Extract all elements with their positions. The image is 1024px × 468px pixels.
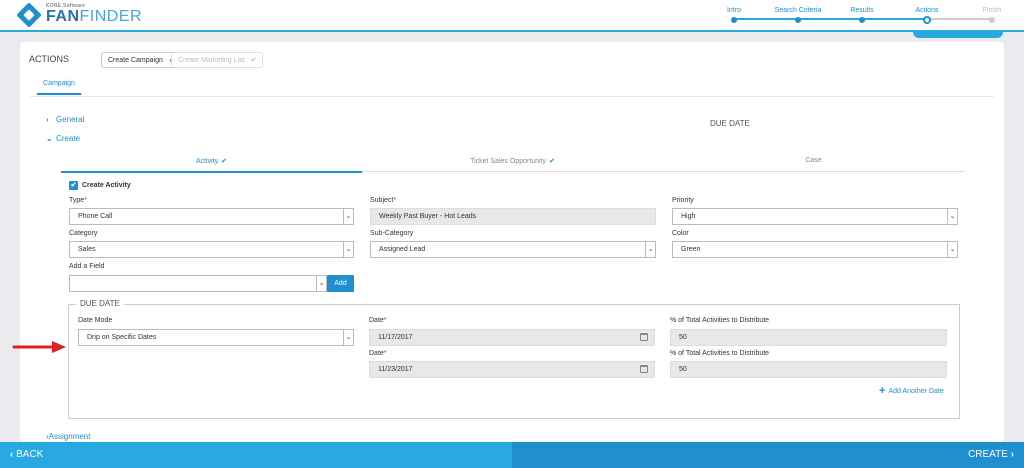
date-input-2[interactable]: 11/23/2017: [369, 361, 655, 378]
date-mode-label: Date Mode: [78, 317, 113, 324]
type-select[interactable]: Phone Call ⌄: [69, 208, 354, 225]
date-input-1[interactable]: 11/17/2017: [369, 329, 655, 346]
chevron-down-icon: ⌄: [645, 242, 655, 257]
date-label-2: Date*: [369, 350, 387, 357]
pct-label-1: % of Total Activities to Distribute: [670, 317, 770, 324]
subject-label: Subject*: [370, 197, 397, 204]
create-button[interactable]: CREATE ›: [512, 442, 1024, 468]
chevron-down-icon: ⌄: [46, 134, 53, 143]
create-subtabs: Activity ✔ Ticket Sales Opportunity ✔ Case: [61, 152, 965, 173]
calendar-icon: [640, 365, 648, 373]
step-dot-icon: [731, 17, 737, 23]
check-icon: ✔: [221, 158, 228, 165]
category-label: Category: [69, 230, 98, 237]
chevron-right-icon: ›: [46, 115, 49, 124]
main-card: ACTIONS Create Campaign✔ Create Marketin…: [20, 42, 1004, 442]
tab-activity[interactable]: Activity ✔: [61, 157, 362, 165]
create-activity-checkbox[interactable]: ✔ Create Activity: [69, 181, 131, 190]
pct-input-1[interactable]: 50: [670, 329, 947, 346]
color-select[interactable]: Green ⌄: [672, 241, 958, 258]
step-search-criteria[interactable]: Search Criteria: [768, 7, 828, 23]
app-header: KORE Software FANFINDER Intro Search Cri…: [0, 0, 1024, 32]
step-dot-icon: [795, 17, 801, 23]
plus-icon: +: [879, 385, 886, 397]
back-button[interactable]: ‹ BACK: [0, 442, 512, 468]
logo-mark-icon: [16, 1, 42, 28]
chevron-down-icon: ⌄: [343, 209, 353, 224]
tab-campaign[interactable]: Campaign: [37, 80, 81, 95]
add-field-button[interactable]: Add: [327, 275, 354, 292]
logo: KORE Software FANFINDER: [16, 1, 143, 28]
chevron-down-icon: ⌄: [343, 242, 353, 257]
add-field-label: Add a Field: [69, 263, 105, 270]
checkbox-checked-icon: ✔: [69, 181, 78, 190]
create-marketing-list-button[interactable]: Create Marketing List ✔: [171, 52, 264, 68]
priority-select[interactable]: High ⌄: [672, 208, 958, 225]
header-tab-decoration: [913, 32, 1003, 38]
step-intro[interactable]: Intro: [704, 7, 764, 23]
chevron-down-icon: ⌄: [343, 330, 353, 345]
footer-bar: ‹ BACK CREATE ›: [0, 442, 1024, 468]
chevron-down-icon: ⌄: [947, 242, 957, 257]
tab-ticket-sales-opportunity[interactable]: Ticket Sales Opportunity ✔: [362, 157, 663, 165]
add-field-select[interactable]: ⌄: [69, 275, 327, 292]
section-create[interactable]: ⌄ Create: [46, 134, 80, 143]
date-label-1: Date*: [369, 317, 387, 324]
step-actions[interactable]: Actions: [897, 7, 957, 24]
section-assignment[interactable]: ›Assignment: [46, 432, 90, 441]
check-icon: ✔: [250, 57, 257, 64]
type-label: Type*: [69, 197, 87, 204]
step-finish: Finish: [962, 7, 1022, 23]
section-general[interactable]: › General: [46, 115, 84, 124]
add-another-date-link[interactable]: + Add Another Date: [879, 385, 944, 397]
create-campaign-button[interactable]: Create Campaign✔: [101, 52, 182, 68]
subject-field[interactable]: Weekly Past Buyer - Hot Leads: [370, 208, 656, 225]
step-dot-icon: [859, 17, 865, 23]
step-active-dot-icon: [923, 16, 931, 24]
check-icon: ✔: [549, 158, 555, 165]
due-date-legend: DUE DATE: [76, 299, 124, 308]
actions-label: ACTIONS: [29, 54, 70, 64]
calendar-icon: [640, 333, 648, 341]
chevron-down-icon: ⌄: [316, 276, 326, 291]
pct-input-2[interactable]: 50: [670, 361, 947, 378]
color-label: Color: [672, 230, 689, 237]
step-results[interactable]: Results: [832, 7, 892, 23]
chevron-right-icon: ›: [1007, 449, 1014, 460]
pct-label-2: % of Total Activities to Distribute: [670, 350, 770, 357]
step-dot-icon: [989, 17, 995, 23]
due-date-heading: DUE DATE: [710, 119, 750, 128]
tab-case[interactable]: Case: [663, 157, 964, 164]
subcategory-select[interactable]: Assigned Lead ⌄: [370, 241, 656, 258]
priority-label: Priority: [672, 197, 694, 204]
chevron-down-icon: ⌄: [947, 209, 957, 224]
logo-product: FANFINDER: [46, 8, 143, 25]
date-mode-select[interactable]: Drip on Specific Dates ⌄: [78, 329, 354, 346]
category-select[interactable]: Sales ⌄: [69, 241, 354, 258]
subcategory-label: Sub-Category: [370, 230, 414, 237]
wizard-steps: Intro Search Criteria Results Actions Fi…: [722, 7, 1012, 29]
red-arrow-icon: [12, 341, 66, 353]
